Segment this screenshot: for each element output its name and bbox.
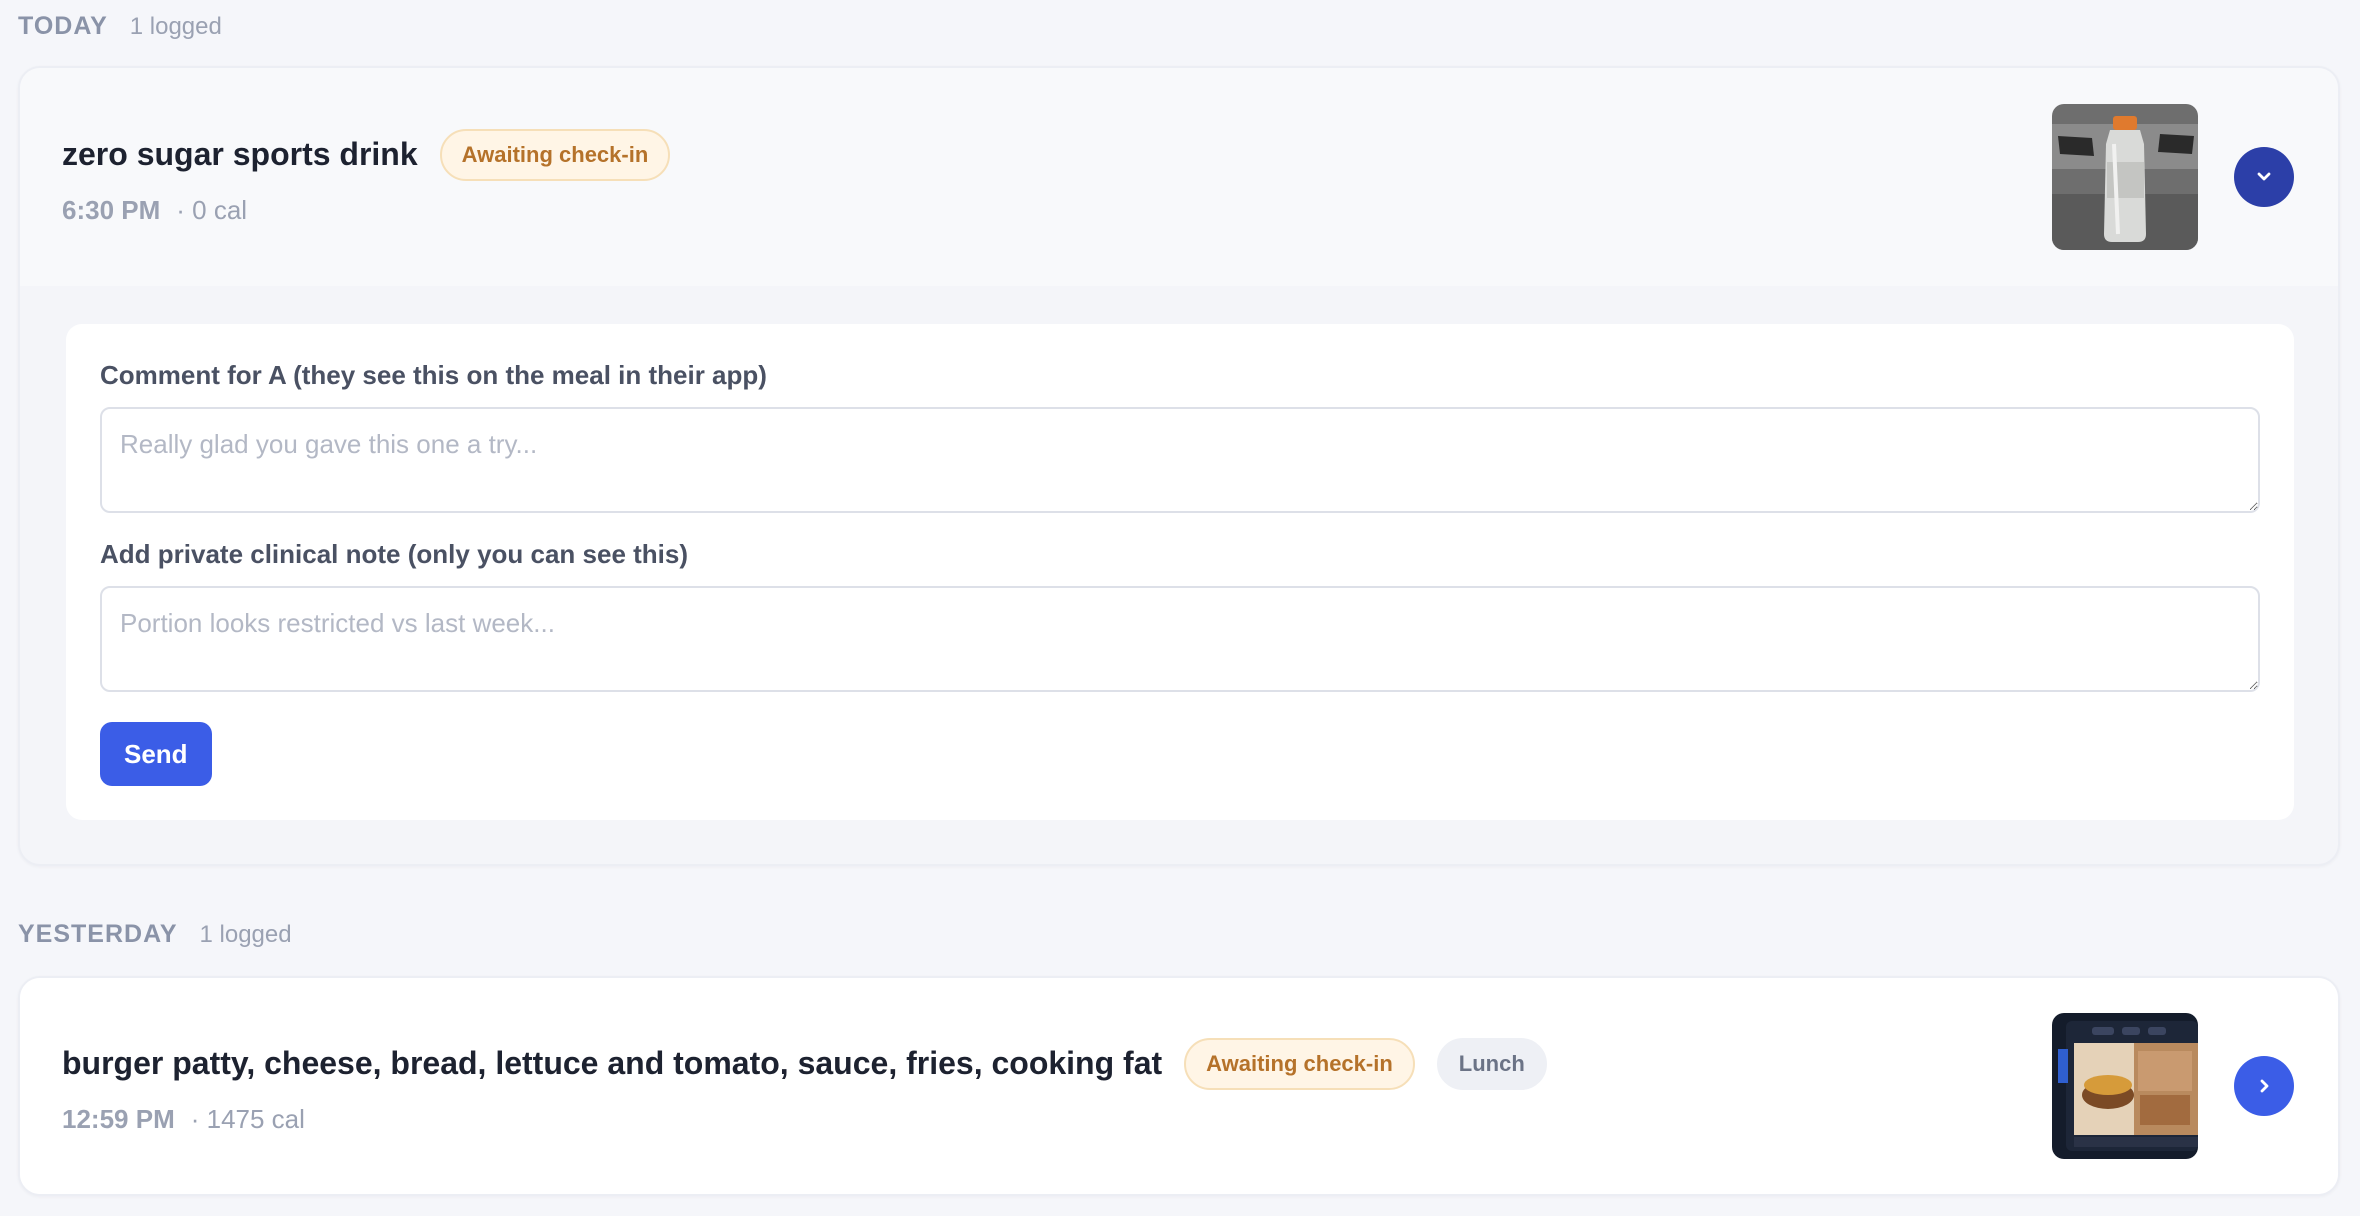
section-title: YESTERDAY [18,920,178,948]
meal-calories: · 1475 cal [190,1103,305,1134]
meal-time: 6:30 PM [62,194,161,225]
meal-card-today: zero sugar sports drink Awaiting check-i… [18,66,2340,866]
chevron-right-icon [2260,1079,2269,1093]
chevron-down-icon [2257,172,2271,181]
comment-panel: Comment for A (they see this on the meal… [66,324,2294,820]
meal-card-yesterday[interactable]: burger patty, cheese, bread, lettuce and… [18,976,2340,1196]
collapse-button[interactable] [2234,147,2294,207]
meal-thumbnail[interactable] [2052,1013,2198,1159]
send-button[interactable]: Send [100,722,212,786]
meal-thumbnail[interactable] [2052,104,2198,250]
clinical-note-input[interactable] [100,586,2260,692]
meal-type-badge: Lunch [1436,1037,1547,1090]
expand-button[interactable] [2234,1056,2294,1116]
meal-row[interactable]: zero sugar sports drink Awaiting check-i… [20,68,2338,286]
meal-time: 12:59 PM [62,1103,175,1134]
meal-title: zero sugar sports drink [62,136,418,172]
sports-drink-bottle-photo [2052,104,2198,250]
meal-row[interactable]: burger patty, cheese, bread, lettuce and… [20,978,2338,1194]
comment-label: Comment for A (they see this on the meal… [100,360,767,390]
section-title: TODAY [18,12,108,40]
meal-calories: · 0 cal [176,194,248,225]
burger-meal-photo [2052,1013,2198,1159]
clinical-note-label: Add private clinical note (only you can … [100,539,689,569]
section-header-today: TODAY 1 logged [18,12,222,41]
status-badge: Awaiting check-in [439,128,671,181]
meal-info: burger patty, cheese, bread, lettuce and… [62,1037,2052,1135]
section-count: 1 logged [129,13,222,40]
section-count: 1 logged [199,921,292,948]
status-badge: Awaiting check-in [1184,1037,1415,1090]
meal-info: zero sugar sports drink Awaiting check-i… [62,128,2052,226]
meal-log-page: TODAY 1 logged zero sugar sports drink A… [0,0,2360,1216]
meal-title: burger patty, cheese, bread, lettuce and… [62,1045,1163,1081]
comment-input[interactable] [100,407,2260,513]
section-header-yesterday: YESTERDAY 1 logged [18,920,292,949]
